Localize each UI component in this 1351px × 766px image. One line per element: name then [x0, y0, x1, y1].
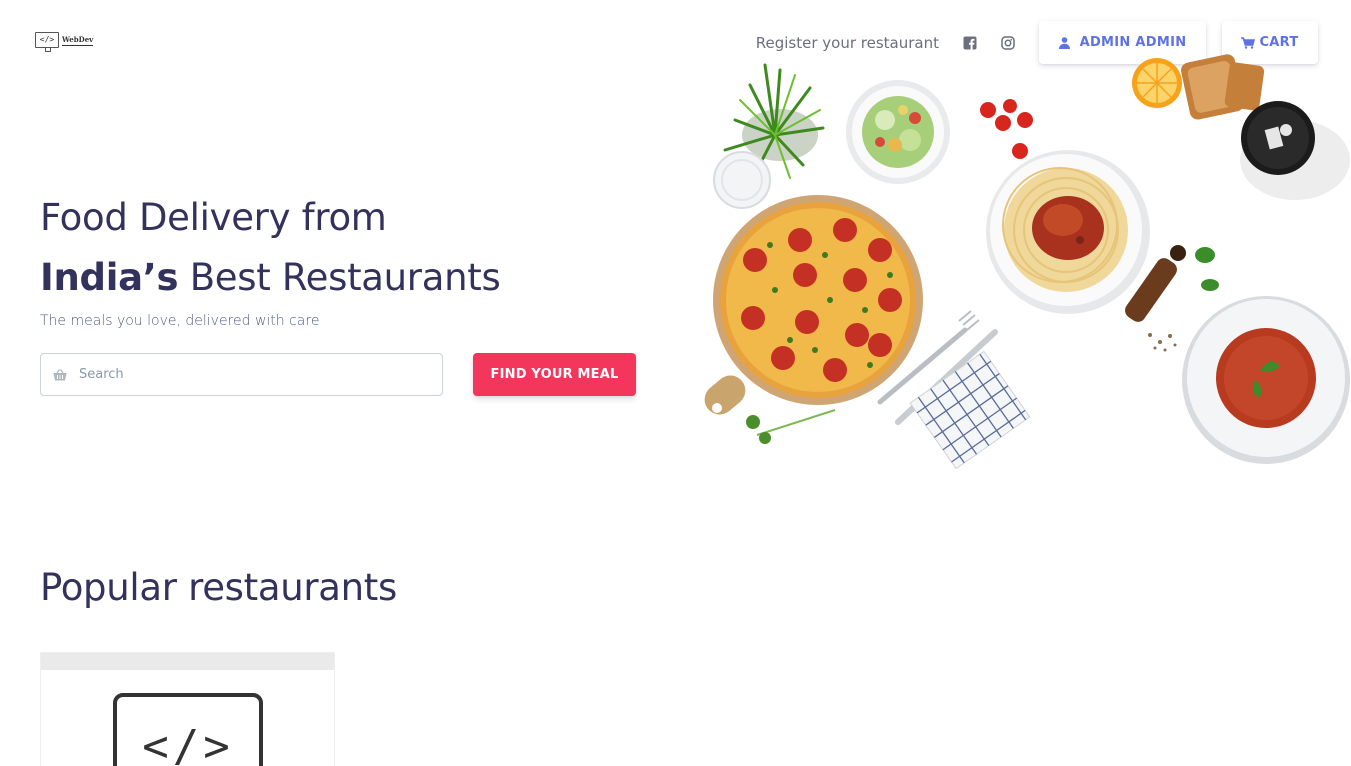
user-icon [1058, 36, 1070, 49]
soup-bowl-image [1182, 296, 1350, 464]
logo-text: WebDev [62, 34, 94, 46]
search-field[interactable] [40, 353, 443, 396]
glass-image [713, 151, 771, 209]
find-meal-button[interactable]: FIND YOUR MEAL [473, 353, 636, 396]
shopping-cart-icon [1241, 36, 1256, 49]
hero-heading-line2: Best Restaurants [178, 256, 501, 299]
site-logo[interactable]: </> WebDev [35, 32, 94, 52]
restaurant-card[interactable]: </> [40, 652, 335, 766]
pizza-image [704, 195, 923, 415]
user-name-label: ADMIN ADMIN [1079, 35, 1187, 50]
food-hero-image [704, 54, 1350, 470]
code-icon: </> [35, 32, 59, 52]
restaurant-logo-image: </> [113, 693, 263, 766]
cart-label: CART [1259, 35, 1299, 50]
instagram-icon[interactable] [1001, 35, 1015, 50]
jar-image [1240, 101, 1350, 200]
pasta-plate-image [986, 150, 1150, 314]
hero-subtitle: The meals you love, delivered with care [40, 313, 320, 329]
popular-restaurants-heading: Popular restaurants [40, 566, 397, 609]
basket-icon [53, 369, 67, 381]
facebook-icon[interactable] [963, 36, 977, 50]
napkin-image [909, 350, 1031, 470]
basil-leaves-image [1195, 247, 1219, 291]
card-header-strip [41, 653, 334, 670]
search-input[interactable] [79, 367, 399, 382]
orange-toast-image [1132, 54, 1265, 120]
hero-heading-bold: India’s [40, 256, 179, 299]
parsley-image [746, 409, 836, 444]
salad-bowl-image [846, 80, 950, 184]
hero-heading-line1: Food Delivery from [40, 196, 387, 239]
register-restaurant-link[interactable]: Register your restaurant [756, 34, 939, 52]
tomatoes-image [980, 99, 1033, 159]
hero-heading: Food Delivery from India’s Best Restaura… [40, 188, 501, 308]
